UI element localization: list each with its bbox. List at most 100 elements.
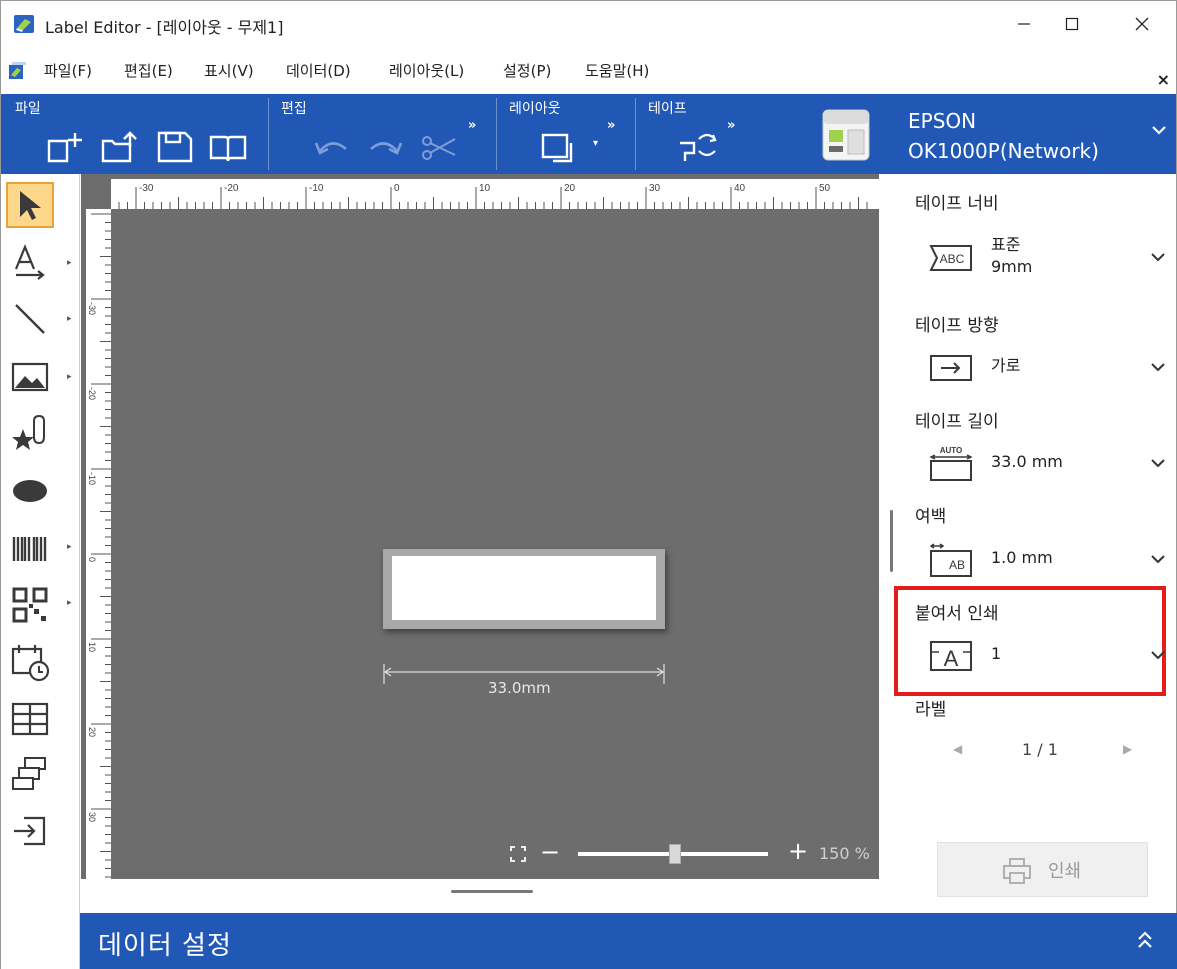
menu-data[interactable]: 데이터(D) <box>286 60 351 81</box>
margin-icon: AB <box>929 543 972 577</box>
ruler-label: -10 <box>87 472 97 485</box>
redo-icon <box>370 142 403 155</box>
text-tool-more[interactable]: ▸ <box>67 258 72 268</box>
close-icon <box>1135 17 1149 31</box>
new-button[interactable] <box>45 129 85 165</box>
svg-text:AB: AB <box>949 558 965 572</box>
tape-length-icon: AUTO <box>929 446 973 481</box>
tape-width-dropdown[interactable]: ABC 표준 9mm <box>927 235 1167 280</box>
continuous-print-title: 붙여서 인쇄 <box>915 604 999 624</box>
next-label-button[interactable]: ▶ <box>1123 742 1132 756</box>
layout-more-button[interactable]: » <box>607 118 615 133</box>
book-icon <box>209 135 247 162</box>
arrange-button[interactable] <box>539 129 579 165</box>
text-tool[interactable] <box>6 240 54 286</box>
undo-button[interactable] <box>312 129 352 165</box>
chevron-down-icon[interactable] <box>1149 123 1169 139</box>
menu-edit[interactable]: 편집(E) <box>124 60 173 81</box>
pointer-icon <box>20 191 41 220</box>
tape-length-value: 33.0 mm <box>991 452 1063 471</box>
arrange-dropdown-arrow[interactable]: ▾ <box>593 138 598 149</box>
horizontal-ruler: -30 -20 -10 0 10 20 30 40 50 <box>111 179 879 209</box>
close-document-button[interactable]: × <box>1157 70 1170 89</box>
serial-number-tool[interactable] <box>6 752 54 798</box>
shape-tool[interactable] <box>6 468 54 514</box>
horizontal-ruler-ticks: -30 -20 -10 0 10 20 30 40 50 <box>118 183 868 209</box>
printer-model: OK1000P(Network) <box>908 139 1099 163</box>
printer-selector[interactable]: EPSON OK1000P(Network) <box>908 106 1099 166</box>
double-chevron-up-icon[interactable] <box>1137 931 1153 949</box>
line-tool[interactable] <box>6 296 54 342</box>
continuous-print-dropdown[interactable]: A 1 <box>927 634 1167 678</box>
tape-length-dropdown[interactable]: AUTO 33.0 mm <box>927 442 1167 486</box>
tape-width-icon: ABC <box>929 245 972 271</box>
image-tool[interactable] <box>6 354 54 400</box>
redo-button[interactable] <box>365 129 405 165</box>
barcode-tool-more[interactable]: ▸ <box>67 542 72 552</box>
continuous-print-icon: A <box>930 641 972 671</box>
ruler-label: 30 <box>87 812 97 822</box>
label-pager: ◀ 1 / 1 ▶ <box>945 740 1145 762</box>
table-tool[interactable] <box>6 696 54 742</box>
image-tool-more[interactable]: ▸ <box>67 372 72 382</box>
ruler-label: -20 <box>224 183 239 194</box>
cut-button[interactable] <box>419 129 459 165</box>
close-window-button[interactable] <box>1119 1 1165 47</box>
ribbon-group-layout: 레이아웃 <box>509 101 561 117</box>
vertical-scrollbar[interactable] <box>890 510 893 572</box>
barcode-tool[interactable] <box>6 526 54 572</box>
open-button[interactable] <box>100 129 140 165</box>
maximize-button[interactable] <box>1049 1 1095 47</box>
ruler-label: -20 <box>87 387 97 400</box>
select-tool[interactable] <box>6 182 54 228</box>
save-button[interactable] <box>155 129 195 165</box>
data-settings-bar[interactable]: 데이터 설정 <box>80 913 1177 969</box>
line-tool-more[interactable]: ▸ <box>67 314 72 324</box>
tape-direction-dropdown[interactable]: 가로 <box>927 346 1167 390</box>
menu-layout[interactable]: 레이아웃(L) <box>389 60 464 81</box>
ruler-label: 50 <box>819 183 831 194</box>
vertical-ruler-ticks: -30 -20 -10 0 10 20 30 <box>87 213 111 878</box>
image-icon <box>11 362 49 392</box>
qrcode-tool-more[interactable]: ▸ <box>67 598 72 608</box>
clipart-tool[interactable] <box>6 410 54 456</box>
scissors-icon <box>422 136 456 160</box>
print-button-label: 인쇄 <box>1048 861 1082 882</box>
menu-view[interactable]: 표시(V) <box>204 60 254 81</box>
edit-more-button[interactable]: » <box>468 118 476 133</box>
tape-more-button[interactable]: » <box>727 118 735 133</box>
ribbon-group-edit: 편집 <box>281 101 307 117</box>
datetime-tool[interactable] <box>6 639 54 685</box>
chevron-down-icon <box>1151 363 1165 372</box>
tape-feed-icon <box>680 133 717 161</box>
margin-dropdown[interactable]: AB 1.0 mm <box>927 538 1167 582</box>
horizontal-scrollbar[interactable] <box>451 890 533 893</box>
margin-title: 여백 <box>915 507 947 527</box>
prev-label-button[interactable]: ◀ <box>953 742 962 756</box>
tape-feed-button[interactable] <box>677 129 717 165</box>
ruler-label: 20 <box>87 727 97 737</box>
minimize-icon <box>1018 23 1030 25</box>
menu-settings[interactable]: 설정(P) <box>503 60 551 81</box>
ruler-label: 20 <box>564 183 576 194</box>
ribbon-group-file: 파일 <box>15 101 41 117</box>
menu-file[interactable]: 파일(F) <box>44 60 92 81</box>
qrcode-tool[interactable] <box>6 582 54 628</box>
fit-screen-icon[interactable] <box>509 845 527 863</box>
zoom-out-button[interactable]: − <box>540 838 560 866</box>
insert-data-tool[interactable] <box>6 808 54 854</box>
zoom-slider-thumb[interactable] <box>669 844 682 864</box>
ribbon-separator <box>496 98 497 170</box>
print-button[interactable]: 인쇄 <box>937 842 1148 897</box>
ruler-label: -30 <box>139 183 154 194</box>
menu-help[interactable]: 도움말(H) <box>585 60 649 81</box>
minimize-button[interactable] <box>1001 1 1047 47</box>
tape-direction-value: 가로 <box>991 356 1021 375</box>
zoom-in-button[interactable]: + <box>788 837 808 865</box>
toolbox: ▸ ▸ ▸ ▸ ▸ <box>1 174 80 969</box>
work-area[interactable] <box>111 209 879 879</box>
label-print-area[interactable] <box>392 556 656 620</box>
document-icon[interactable] <box>6 60 28 82</box>
open-book-button[interactable] <box>208 129 248 165</box>
chevron-down-icon <box>1151 651 1165 660</box>
